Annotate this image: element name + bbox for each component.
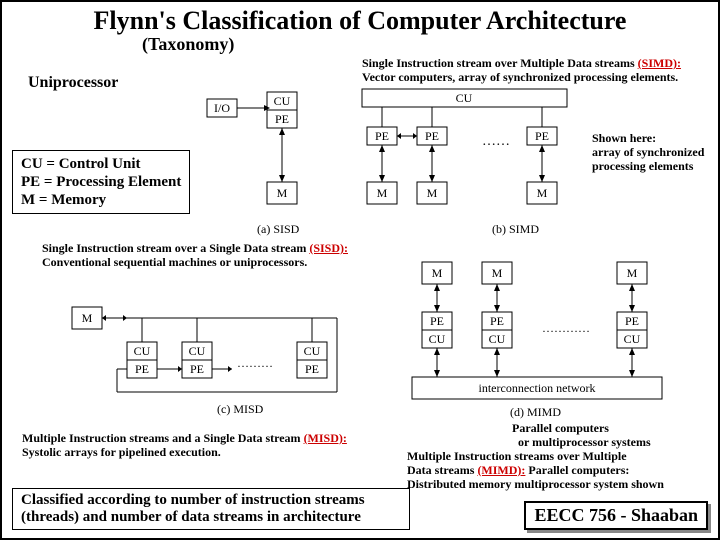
mimd-caption-l2b: Parallel computers: [525,463,629,477]
svg-text:PE: PE [275,112,289,126]
svg-text:CU: CU [189,344,206,358]
svg-text:CU: CU [624,332,641,346]
svg-text:CU: CU [274,94,291,108]
mimd-caption-l2a: Data streams [407,463,477,477]
shown-here-l2: array of synchronized [592,145,704,159]
mimd-caption: Multiple Instruction streams over Multip… [407,450,664,491]
sisd-caption-sub: Conventional sequential machines or unip… [42,255,307,269]
sisd-caption-text: Single Instruction stream over a Single … [42,241,309,255]
svg-text:………: ……… [237,356,273,370]
simd-acronym: (SIMD): [638,56,681,70]
svg-text:CU: CU [489,332,506,346]
legend-pe: PE = Processing Element [21,173,181,191]
simd-caption-text: Single Instruction stream over Multiple … [362,56,638,70]
legend-cu: CU = Control Unit [21,155,181,173]
slide-title: Flynn's Classification of Computer Archi… [2,6,718,36]
mimd-acronym: (MIMD): [477,463,525,477]
footer-summary: Classified according to number of instru… [12,488,410,530]
simd-caption: Single Instruction stream over Multiple … [362,57,681,85]
mimd-side-note: Parallel computers or multiprocessor sys… [512,422,651,450]
shown-here-l1: Shown here: [592,131,656,145]
sisd-diagram: I/O CU PE M [172,87,352,222]
svg-text:I/O: I/O [214,101,230,115]
svg-text:M: M [427,186,438,200]
svg-text:CU: CU [304,344,321,358]
sisd-acronym: (SISD): [309,241,348,255]
footer-credit: EECC 756 - Shaaban [524,501,708,530]
svg-text:…………: ………… [542,321,590,335]
svg-text:interconnection network: interconnection network [479,381,596,395]
shown-here-l3: processing elements [592,159,693,173]
svg-text:……: …… [482,134,510,149]
svg-text:PE: PE [535,129,549,143]
legend-m: M = Memory [21,191,181,209]
svg-text:PE: PE [425,129,439,143]
legend-box: CU = Control Unit PE = Processing Elemen… [12,150,190,214]
misd-caption-sub: Systolic arrays for pipelined execution. [22,445,221,459]
svg-text:M: M [82,311,93,325]
svg-text:M: M [627,266,638,280]
svg-text:M: M [377,186,388,200]
svg-text:M: M [432,266,443,280]
mimd-side-l2: or multiprocessor systems [518,435,651,449]
misd-acronym: (MISD): [304,431,347,445]
svg-text:PE: PE [135,362,149,376]
svg-text:CU: CU [456,91,473,105]
svg-text:PE: PE [625,314,639,328]
svg-text:M: M [277,186,288,200]
svg-text:PE: PE [490,314,504,328]
simd-caption-sub: Vector computers, array of synchronized … [362,70,678,84]
misd-caption-text: Multiple Instruction streams and a Singl… [22,431,304,445]
svg-text:PE: PE [375,129,389,143]
svg-text:CU: CU [429,332,446,346]
svg-text:M: M [537,186,548,200]
mimd-label: (d) MIMD [510,405,561,420]
simd-diagram: CU PE PE PE …… M M M [357,87,587,222]
misd-caption: Multiple Instruction streams and a Singl… [22,432,347,460]
sisd-caption: Single Instruction stream over a Single … [42,242,348,270]
svg-text:CU: CU [134,344,151,358]
svg-text:PE: PE [305,362,319,376]
simd-label: (b) SIMD [492,222,539,237]
mimd-side-l1: Parallel computers [512,421,609,435]
svg-text:M: M [492,266,503,280]
misd-diagram: M CU PE CU PE CU PE ……… [57,282,357,422]
svg-text:PE: PE [430,314,444,328]
shown-here-note: Shown here: array of synchronized proces… [592,132,704,173]
svg-text:PE: PE [190,362,204,376]
mimd-caption-l3: Distributed memory multiprocessor system… [407,477,664,491]
mimd-diagram: M M M PE CU PE CU PE CU ………… interconnec… [402,257,682,407]
slide-subtitle: (Taxonomy) [142,34,718,55]
sisd-label: (a) SISD [257,222,299,237]
mimd-caption-l1: Multiple Instruction streams over Multip… [407,449,627,463]
uniprocessor-label: Uniprocessor [28,74,118,92]
misd-label: (c) MISD [217,402,263,417]
